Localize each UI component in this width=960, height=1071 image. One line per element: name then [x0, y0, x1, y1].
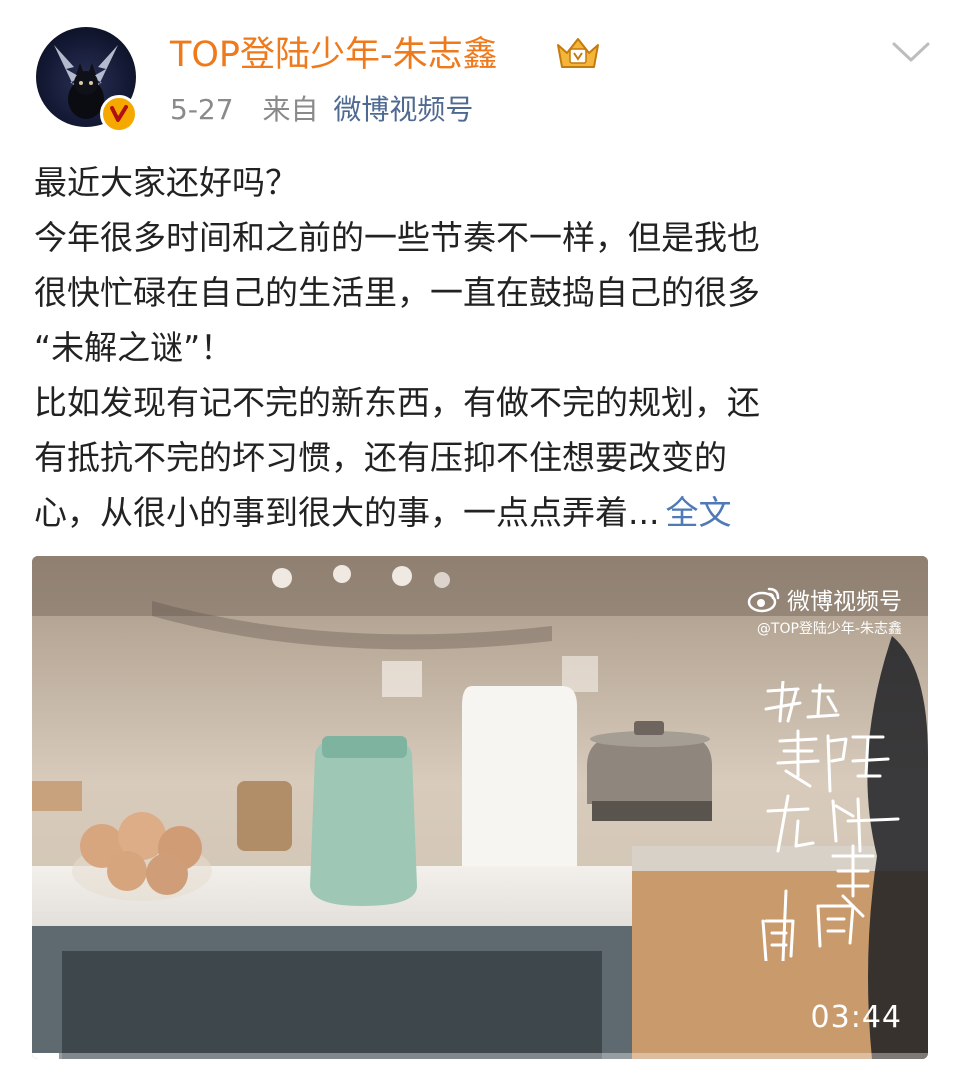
weibo-logo-icon [747, 587, 780, 613]
post-line: 最近大家还好吗？ [34, 163, 298, 202]
post-line: 比如发现有记不完的新东西，有做不完的规划，还 [34, 383, 760, 422]
post-meta: 5-27 来自 微博视频号 [170, 88, 473, 132]
watermark-brand: 微博视频号 [787, 589, 902, 615]
handwritten-caption [761, 681, 900, 961]
crown-vip-icon[interactable] [553, 33, 603, 77]
post-line: 有抵抗不完的坏习惯，还有压抑不住想要改变的 [34, 438, 727, 477]
post-line: 今年很多时间和之前的一些节奏不一样，但是我也 [34, 218, 760, 257]
full-text-link[interactable]: 全文 [665, 493, 731, 532]
post-line-last: 心，从很小的事到很大的事，一点点弄着... 全文 [34, 485, 934, 540]
post-line: “未解之谜”！ [34, 328, 234, 367]
verified-v-icon [100, 95, 138, 133]
video-player[interactable]: 微博视频号 @TOP登陆少年-朱志鑫 03:44 [32, 556, 928, 1059]
weibo-video-watermark: 微博视频号 [747, 582, 902, 616]
post-time: 5-27 [170, 93, 234, 126]
video-duration: 03:44 [810, 1000, 902, 1035]
video-progress-fill [32, 1053, 59, 1059]
post-line: 很快忙碌在自己的生活里，一直在鼓捣自己的很多 [34, 273, 760, 312]
video-progress-bar[interactable] [32, 1053, 928, 1059]
post-line: 心，从很小的事到很大的事，一点点弄着... [34, 493, 660, 532]
chevron-down-icon[interactable] [890, 38, 932, 72]
source-prefix: 来自 [262, 93, 319, 126]
post-source-link[interactable]: 微博视频号 [333, 93, 473, 126]
watermark-user: @TOP登陆少年-朱志鑫 [756, 621, 902, 637]
post-text: 最近大家还好吗？ 今年很多时间和之前的一些节奏不一样，但是我也 很快忙碌在自己的… [34, 155, 934, 540]
username[interactable]: TOP登陆少年-朱志鑫 [170, 30, 498, 80]
